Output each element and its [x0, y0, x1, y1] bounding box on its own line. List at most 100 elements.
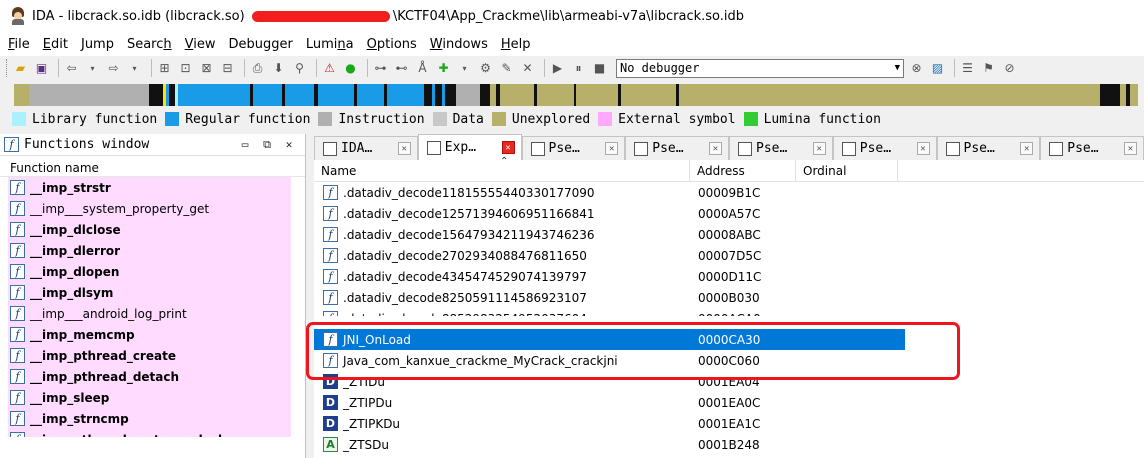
function-list-item[interactable]: f __imp_strncmp — [0, 408, 305, 429]
column-address[interactable]: Address — [690, 159, 796, 182]
export-row[interactable]: f Java_com_kanxue_crackme_MyCrack_crackjn… — [314, 350, 1144, 371]
navigation-band[interactable] — [14, 84, 1138, 106]
binary-icon[interactable]: ⊞ — [156, 60, 173, 77]
patch-icon[interactable]: ⚲ — [291, 60, 308, 77]
tab-close-icon[interactable]: ✕ — [1020, 142, 1034, 155]
function-list-item[interactable]: f __imp___android_log_print — [0, 303, 305, 324]
dropdown-icon[interactable]: ▾ — [456, 60, 473, 77]
tab-close-icon[interactable]: ✕ — [605, 142, 619, 155]
undefine-icon[interactable]: ✕ — [519, 60, 536, 77]
down-arrow-icon[interactable]: ⬇ — [270, 60, 287, 77]
float-icon[interactable]: ⧉ — [259, 137, 275, 153]
export-row[interactable]: A _ZTSDu 0001B248 — [314, 434, 1144, 455]
edit-function-icon[interactable]: ✎ — [498, 60, 515, 77]
export-row[interactable]: f .datadiv_decode8250591114586923107 0000B… — [314, 287, 1144, 308]
tab-close-icon[interactable]: ✕ — [501, 141, 515, 154]
export-row[interactable]: f .datadiv_decode4345474529074139797 0000D… — [314, 266, 1144, 287]
column-ordinal[interactable]: Ordinal — [796, 159, 898, 182]
menu-item[interactable]: File — [8, 37, 30, 52]
tab-close-icon[interactable]: ✕ — [916, 142, 930, 155]
functions-list: f __imp_strstr f __imp___system_property_ge… — [0, 177, 305, 450]
print-icon[interactable]: ⎙ — [249, 60, 266, 77]
ascii-icon[interactable]: Å — [414, 60, 431, 77]
menu-item[interactable]: View — [185, 37, 216, 52]
export-row[interactable]: D _ZTIPKDu 0001EA1C — [314, 413, 1144, 434]
function-list-item[interactable]: f __imp_strstr — [0, 177, 305, 198]
menu-item[interactable]: Jump — [81, 37, 114, 52]
function-icon: f — [323, 185, 338, 200]
warning-icon[interactable]: ⚠ — [321, 60, 338, 77]
attach-icon[interactable]: ▨ — [929, 60, 946, 77]
tab-close-icon[interactable]: ✕ — [397, 142, 411, 155]
immediate-search-icon[interactable]: ⊟ — [219, 60, 236, 77]
function-list-item[interactable]: f __imp_dlsym — [0, 282, 305, 303]
function-list-item[interactable]: f __imp_dlerror — [0, 240, 305, 261]
debugger-select[interactable]: No debugger ▼ — [616, 58, 904, 78]
function-icon[interactable]: ⚙ — [477, 60, 494, 77]
code-icon[interactable]: ⊶ — [372, 60, 389, 77]
export-address: 0001EA04 — [698, 374, 760, 389]
menu-item[interactable]: Options — [367, 37, 417, 52]
menu-item[interactable]: Help — [501, 37, 531, 52]
close-plugin-icon[interactable]: ⊘ — [1001, 60, 1018, 77]
function-list-item[interactable]: f __imp_pthread_detach — [0, 366, 305, 387]
binary-search-icon[interactable]: ⊠ — [198, 60, 215, 77]
list-icon[interactable]: ☰ — [959, 60, 976, 77]
menu-item[interactable]: Search — [127, 37, 172, 52]
menu-item[interactable]: Windows — [430, 37, 488, 52]
minimize-icon[interactable]: ▭ — [237, 137, 253, 153]
function-list-item[interactable]: f __imp_pthread_create — [0, 345, 305, 366]
tab-close-icon[interactable]: ✕ — [709, 142, 722, 155]
breakpoint-icon[interactable]: ⊗ — [908, 60, 925, 77]
forward-icon[interactable]: ⇨ — [105, 60, 122, 77]
play-icon[interactable]: ▶ — [549, 60, 566, 77]
legend-swatch — [12, 112, 26, 126]
view-tab[interactable]: Pse… ✕ — [625, 136, 729, 160]
export-row[interactable]: f .datadiv_decode8852983254952037604 0000A… — [314, 308, 1144, 316]
function-list-item[interactable]: f __imp_dlopen — [0, 261, 305, 282]
view-tab[interactable]: Pse… ✕ — [1040, 136, 1144, 160]
stop-icon[interactable]: ■ — [591, 60, 608, 77]
dropdown-icon[interactable]: ▾ — [126, 60, 143, 77]
function-list-item[interactable]: f __imp_sleep — [0, 387, 305, 408]
export-row[interactable]: f .datadiv_decode15647934211943746236 0000… — [314, 224, 1144, 245]
view-tab[interactable]: Pse… ✕ — [521, 136, 626, 160]
function-icon: f — [10, 180, 25, 195]
save-icon[interactable]: ▣ — [33, 60, 50, 77]
function-list-item[interactable]: f __imp_memcmp — [0, 324, 305, 345]
legend-label: External symbol — [618, 111, 736, 127]
dropdown-icon[interactable]: ▾ — [84, 60, 101, 77]
view-tab[interactable]: Pse… ✕ — [936, 136, 1041, 160]
pause-icon[interactable]: ⏸ — [570, 60, 587, 77]
export-row[interactable]: D _ZTIDu 0001EA04 — [314, 371, 1144, 392]
view-tab[interactable]: IDA… ✕ — [314, 136, 418, 160]
function-icon: f — [323, 227, 338, 242]
text-search-icon[interactable]: ⊡ — [177, 60, 194, 77]
export-address: 0000A57C — [698, 206, 761, 221]
close-icon[interactable]: ✕ — [281, 137, 297, 153]
view-tab[interactable]: Pse… ✕ — [729, 136, 833, 160]
export-row[interactable]: f JNI_OnLoad 0000CA30 — [314, 329, 905, 350]
export-row[interactable]: f .datadiv_decode11815555440330177090 0000… — [314, 182, 1144, 203]
open-icon[interactable]: ▰ — [12, 60, 29, 77]
function-name-column-header[interactable]: Function name — [0, 161, 305, 177]
function-list-item[interactable]: f __imp___system_property_get — [0, 198, 305, 219]
tab-close-icon[interactable]: ✕ — [812, 142, 826, 155]
plugin-icon[interactable]: ⚑ — [980, 60, 997, 77]
function-list-item[interactable]: f __imp_dlclose — [0, 219, 305, 240]
export-row[interactable]: f .datadiv_decode2702934088476811650 00007… — [314, 245, 1144, 266]
go-green-icon[interactable]: ● — [342, 60, 359, 77]
menu-item[interactable]: Edit — [43, 37, 68, 52]
function-icon: f — [10, 432, 25, 437]
struct-icon[interactable]: ✚ — [435, 60, 452, 77]
view-tab[interactable]: Pse… ✕ — [832, 136, 937, 160]
menu-item[interactable]: Lumina — [306, 37, 354, 52]
export-row[interactable]: D _ZTIPDu 0001EA0C — [314, 392, 1144, 413]
tab-close-icon[interactable]: ✕ — [1124, 142, 1137, 155]
function-list-item[interactable]: f __imp_pthread_mutex_unlock — [0, 429, 305, 437]
menu-item[interactable]: Debugger — [229, 37, 293, 52]
data-icon[interactable]: ⊷ — [393, 60, 410, 77]
back-icon[interactable]: ⇦ — [63, 60, 80, 77]
toolbar-grip[interactable] — [6, 59, 9, 77]
export-row[interactable]: f .datadiv_decode12571394606951166841 0000… — [314, 203, 1144, 224]
